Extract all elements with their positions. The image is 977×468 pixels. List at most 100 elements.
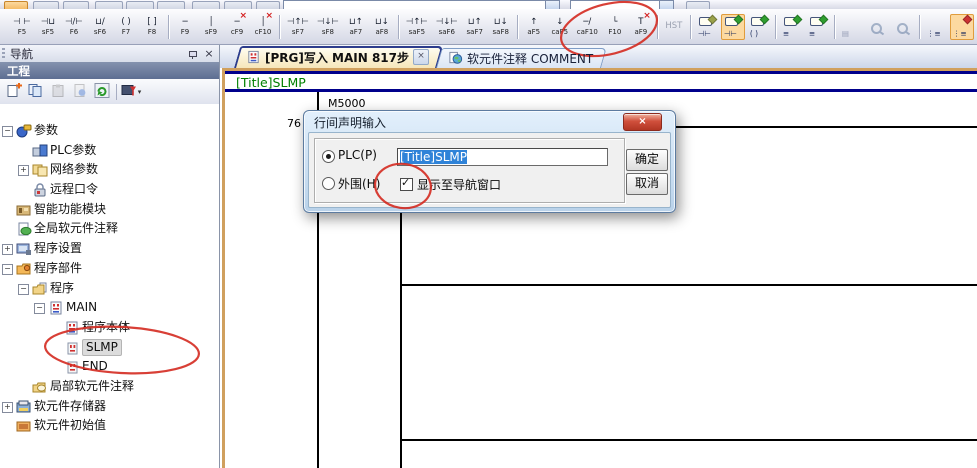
tree-item-label[interactable]: 程序本体 <box>82 320 130 335</box>
sort-display-button[interactable]: ▾ <box>121 82 141 102</box>
ladder-sF5-button[interactable]: ⊣⊔sF5 <box>36 10 60 43</box>
tree-item-end[interactable]: END <box>0 357 219 377</box>
ladder-saF5-button[interactable]: ⊣↑⊢saF5 <box>403 10 431 43</box>
ok-button[interactable]: 确定 <box>626 149 668 171</box>
document-tab-2[interactable]: 软元件注释 COMMENT <box>436 48 601 68</box>
radio-plc[interactable] <box>322 150 335 163</box>
tree-item-label[interactable]: 程序设置 <box>34 241 82 256</box>
chevron-down-icon[interactable] <box>545 1 559 9</box>
refresh-view-button[interactable] <box>92 82 112 102</box>
ladder-F10-button[interactable]: └F10 <box>603 10 627 43</box>
copy-data-button[interactable] <box>26 82 46 102</box>
collapse-toggle[interactable]: − <box>34 303 45 314</box>
ladder-sF9-button[interactable]: │sF9 <box>199 10 223 43</box>
expand-toggle[interactable]: + <box>18 165 29 176</box>
tree-item-label[interactable]: 全局软元件注释 <box>34 221 118 236</box>
tree-item-[interactable]: 程序本体 <box>0 318 219 338</box>
tree-item-[interactable]: 远程口令 <box>0 180 219 200</box>
ladder-aF5-button[interactable]: ↑aF5 <box>522 10 546 43</box>
title-statement-row[interactable]: [Title]SLMP <box>225 71 977 92</box>
radio-peripheral-label[interactable]: 外围(H) <box>338 175 380 192</box>
ladder-F7-button[interactable]: ( )F7 <box>114 10 138 43</box>
tree-item-[interactable]: − 参数 <box>0 121 219 141</box>
tree-item-[interactable]: − 程序 <box>0 279 219 299</box>
statement-edit-button[interactable]: ⊣⊢ <box>721 14 745 40</box>
show-in-navigation-checkbox[interactable] <box>400 178 413 191</box>
tree-item-label[interactable]: 程序部件 <box>34 261 82 276</box>
dialog-close-button[interactable]: × <box>623 113 662 131</box>
cancel-button[interactable]: 取消 <box>626 173 668 195</box>
tree-item-label[interactable]: 局部软元件注释 <box>50 379 134 394</box>
comment-globe-icon <box>448 51 463 65</box>
ladder-sF7-button[interactable]: ⊣↑⊢sF7 <box>284 10 312 43</box>
radio-peripheral[interactable] <box>322 177 335 190</box>
ladder-aF9-button[interactable]: T×aF9 <box>629 10 653 43</box>
tree-item-[interactable]: 局部软元件注释 <box>0 377 219 397</box>
tree-item-label[interactable]: 远程口令 <box>50 182 98 197</box>
tree-item-label[interactable]: END <box>82 359 108 374</box>
statement-tree-edit-button[interactable]: ⋮≡ <box>950 14 974 40</box>
collapse-toggle[interactable]: − <box>18 284 29 295</box>
function-key-label: F9 <box>181 28 189 36</box>
ladder-sF8-button[interactable]: ⊣↓⊢sF8 <box>314 10 342 43</box>
collapse-toggle[interactable]: − <box>2 126 13 137</box>
auto-hide-pin-button[interactable] <box>185 47 199 60</box>
new-data-button[interactable] <box>4 82 24 102</box>
tree-item-main[interactable]: − MAIN <box>0 298 219 318</box>
ladder-aF7-button[interactable]: ⊔↑aF7 <box>344 10 368 43</box>
tree-item-label[interactable]: SLMP <box>82 339 122 356</box>
ladder-caF5-button[interactable]: ↓caF5 <box>548 10 572 43</box>
expand-toggle[interactable]: + <box>2 402 13 413</box>
tree-item-[interactable]: 智能功能模块 <box>0 200 219 220</box>
ladder-symbol: [ ] <box>147 17 156 28</box>
tree-item-label[interactable]: PLC参数 <box>50 143 96 158</box>
tree-item-label[interactable]: 智能功能模块 <box>34 202 106 217</box>
ladder-F8-button[interactable]: [ ]F8 <box>140 10 164 43</box>
tree-item-label[interactable]: 参数 <box>34 123 58 138</box>
document-tab-1[interactable]: [PRG]写入 MAIN 817步× <box>234 46 437 68</box>
ladder-statement-edit-button[interactable]: ⊣⊢ <box>695 14 719 40</box>
toolbar-separator <box>919 15 920 39</box>
tree-item-[interactable]: 软元件初始值 <box>0 416 219 436</box>
tree-item-label[interactable]: MAIN <box>66 300 97 315</box>
tree-item-[interactable]: + 软元件存储器 <box>0 397 219 417</box>
tree-item-label[interactable]: 网络参数 <box>50 162 98 177</box>
tab-close-button[interactable]: × <box>413 49 429 65</box>
collapse-toggle[interactable]: − <box>2 264 13 275</box>
ladder-saF8-button[interactable]: ⊔↓saF8 <box>489 10 513 43</box>
chevron-down-icon[interactable] <box>659 1 673 9</box>
password-icon <box>32 183 48 197</box>
tree-item-[interactable]: + 网络参数 <box>0 160 219 180</box>
ladder-F5-button[interactable]: ⊣ ⊢F5 <box>10 10 34 43</box>
statement-text-input[interactable]: [Title]SLMP <box>397 148 608 166</box>
note-batch-edit-button[interactable]: ≡ <box>806 14 830 40</box>
statement-batch-edit-button[interactable]: ≡ <box>780 14 804 40</box>
ladder-caF10-button[interactable]: ─/caF10 <box>574 10 601 43</box>
ladder-sF6-button[interactable]: ⊔/sF6 <box>88 10 112 43</box>
ladder-aF8-button[interactable]: ⊔↓aF8 <box>370 10 394 43</box>
toolbar-group: ↑aF5↓caF5─/caF10└F10T×aF9 <box>521 9 654 44</box>
statement-tree-display-button[interactable]: ⋮≡ <box>924 14 948 40</box>
ladder-cF9-button[interactable]: ─×cF9 <box>225 10 249 43</box>
tree-item-[interactable]: + 程序设置 <box>0 239 219 259</box>
data-property-button <box>70 82 90 102</box>
tree-item-label[interactable]: 软元件初始值 <box>34 418 106 433</box>
radio-plc-label[interactable]: PLC(P) <box>338 148 377 162</box>
tree-item-[interactable]: 全局软元件注释 <box>0 219 219 239</box>
ladder-F6-button[interactable]: ⊣/⊢F6 <box>62 10 86 43</box>
ladder-rung-line <box>400 284 977 286</box>
tree-item-slmp[interactable]: SLMP <box>0 338 219 358</box>
panel-close-button[interactable]: × <box>202 47 216 60</box>
ladder-F9-button[interactable]: ─F9 <box>173 10 197 43</box>
tree-item-label[interactable]: 软元件存储器 <box>34 399 106 414</box>
show-in-navigation-label[interactable]: 显示至导航窗口 <box>417 176 501 193</box>
ladder-cF10-button[interactable]: │×cF10 <box>251 10 275 43</box>
ladder-saF7-button[interactable]: ⊔↑saF7 <box>463 10 487 43</box>
expand-toggle[interactable]: + <box>2 244 13 255</box>
tab-label: 软元件注释 COMMENT <box>467 50 593 67</box>
ladder-saF6-button[interactable]: ⊣↓⊢saF6 <box>433 10 461 43</box>
tree-item-[interactable]: − 程序部件 <box>0 259 219 279</box>
note-edit-button[interactable]: ( ) <box>747 14 771 40</box>
tree-item-label[interactable]: 程序 <box>50 281 74 296</box>
tree-item-plc[interactable]: PLC参数 <box>0 141 219 161</box>
